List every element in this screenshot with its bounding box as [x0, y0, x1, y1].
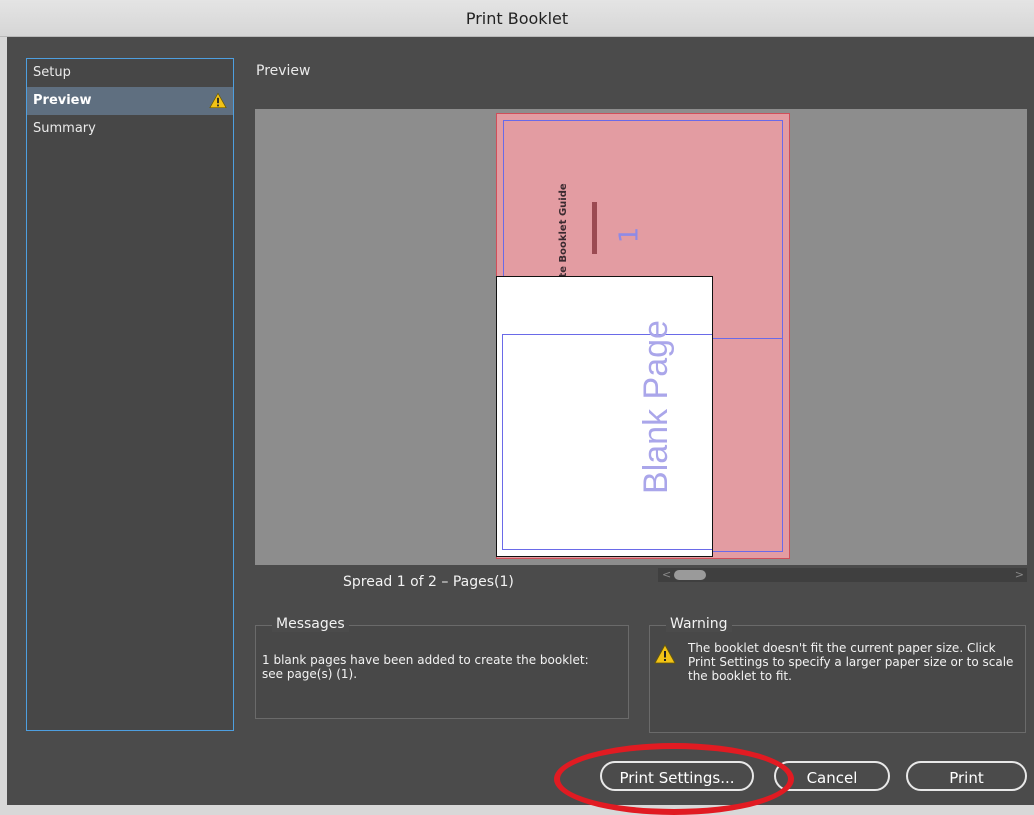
- sidebar-item-label: Preview: [33, 93, 92, 108]
- page-number: 1: [614, 226, 645, 244]
- sidebar-item-setup[interactable]: Setup: [27, 59, 233, 87]
- spread-indicator: Spread 1 of 2 – Pages(1): [343, 574, 514, 590]
- warning-icon: [209, 92, 227, 109]
- warning-icon: [654, 644, 676, 664]
- print-booklet-dialog: Setup Preview Summary Preview The Ultima…: [7, 37, 1034, 815]
- scroll-left-icon[interactable]: <: [662, 568, 671, 582]
- horizontal-scrollbar[interactable]: < >: [658, 568, 1027, 582]
- messages-text: 1 blank pages have been added to create …: [262, 653, 589, 681]
- sidebar-item-preview[interactable]: Preview: [27, 87, 233, 115]
- sidebar-item-label: Setup: [33, 65, 71, 80]
- messages-scrollbar[interactable]: [616, 630, 626, 712]
- sidebar: Setup Preview Summary: [26, 58, 234, 731]
- blank-page-label: Blank Page: [637, 320, 675, 494]
- title-accent-bar: [592, 202, 597, 254]
- blank-page: Blank Page: [496, 276, 713, 557]
- window-title: Print Booklet: [0, 0, 1034, 37]
- messages-panel: Messages 1 blank pages have been added t…: [255, 616, 629, 719]
- warning-text: The booklet doesn't fit the current pape…: [688, 641, 1014, 683]
- print-settings-button[interactable]: Print Settings...: [600, 761, 754, 791]
- scroll-right-icon[interactable]: >: [1015, 568, 1024, 582]
- messages-title: Messages: [272, 616, 349, 632]
- sidebar-item-label: Summary: [33, 121, 96, 136]
- warning-panel: Warning The booklet doesn't fit the curr…: [649, 616, 1026, 733]
- sidebar-item-summary[interactable]: Summary: [27, 115, 233, 143]
- cancel-button[interactable]: Cancel: [774, 761, 890, 791]
- page-title: Preview: [256, 63, 311, 79]
- scroll-thumb[interactable]: [674, 570, 706, 580]
- warning-title: Warning: [666, 616, 732, 632]
- preview-canvas: The Ultimate Booklet Guide 1 Blank Page: [255, 109, 1027, 565]
- print-button[interactable]: Print: [906, 761, 1027, 791]
- page-margin-guide: [502, 334, 712, 550]
